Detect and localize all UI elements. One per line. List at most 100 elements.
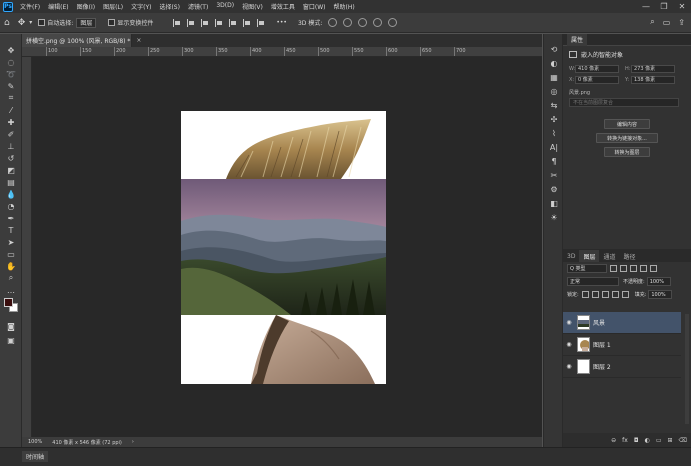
workspace-icon[interactable]: ▭	[663, 18, 671, 27]
document-tab[interactable]: 拼横空.png @ 100% (风景, RGB/8) * ×	[22, 34, 141, 47]
paragraph-icon[interactable]: ¶	[544, 154, 564, 168]
marquee-tool-icon[interactable]: ◌	[0, 56, 22, 68]
color-icon[interactable]: ◐	[544, 56, 564, 70]
close-window-button[interactable]: ✕	[673, 2, 691, 11]
quick-select-tool-icon[interactable]: ✎	[0, 80, 22, 92]
distribute-icon[interactable]	[257, 18, 265, 27]
menu-item[interactable]: 选择(S)	[155, 2, 184, 11]
hand-tool-icon[interactable]: ✋	[0, 260, 22, 272]
link-icon[interactable]: ⊖	[611, 437, 616, 444]
x-field[interactable]: 0 像素	[575, 75, 619, 84]
tab-timeline[interactable]: 时间轴	[22, 451, 49, 462]
learn-icon[interactable]: ☀	[544, 210, 564, 224]
zoom-level[interactable]: 100%	[28, 439, 42, 445]
fx-icon[interactable]: fx	[622, 437, 628, 444]
layer-row[interactable]: ◉ 图层 2	[563, 356, 681, 378]
brush-settings-icon[interactable]: ✣	[544, 112, 564, 126]
menu-item[interactable]: 增效工具	[267, 2, 299, 11]
lasso-tool-icon[interactable]: ➰	[0, 68, 22, 80]
history-brush-icon[interactable]: ↺	[0, 152, 22, 164]
menu-item[interactable]: 文件(F)	[16, 2, 44, 11]
home-icon[interactable]: ⌂	[4, 18, 10, 28]
filter-type-dropdown[interactable]: Q 类型	[567, 264, 607, 273]
filter-shape-icon[interactable]	[640, 265, 647, 272]
screen-mode-icon[interactable]: ▣	[0, 334, 22, 346]
menu-item[interactable]: 文字(Y)	[127, 2, 155, 11]
zoom-tool-icon[interactable]: ⌕	[0, 272, 22, 284]
visibility-eye-icon[interactable]: ◉	[563, 363, 575, 370]
move-tool-icon[interactable]: ✥	[18, 18, 26, 28]
auto-select-dropdown[interactable]: 图层	[76, 17, 97, 28]
more-tools-icon[interactable]: …	[0, 284, 22, 296]
edit-contents-button[interactable]: 编辑内容	[604, 119, 650, 129]
chevron-down-icon[interactable]: ▾	[29, 19, 32, 26]
trash-icon[interactable]: ⌫	[679, 437, 687, 444]
color-swatches[interactable]	[4, 298, 18, 312]
slide-3d-icon[interactable]	[373, 18, 383, 27]
document-canvas[interactable]	[181, 111, 386, 384]
align-middle-icon[interactable]	[229, 18, 237, 27]
search-icon[interactable]: ⌕	[650, 17, 654, 27]
new-layer-icon[interactable]: ⊞	[667, 437, 672, 444]
filter-pixel-icon[interactable]	[610, 265, 617, 272]
blend-mode-dropdown[interactable]: 正常	[567, 277, 619, 286]
y-field[interactable]: 138 像素	[631, 75, 675, 84]
move-tool-icon[interactable]: ✥	[0, 44, 22, 56]
mask-icon[interactable]: ◘	[634, 437, 639, 444]
eyedropper-tool-icon[interactable]: ⁄	[0, 104, 22, 116]
align-center-icon[interactable]	[187, 18, 195, 27]
crop-tool-icon[interactable]: ⌗	[0, 92, 22, 104]
lock-paint-icon[interactable]	[591, 291, 599, 298]
history-icon[interactable]: ⟲	[544, 42, 564, 56]
fill-field[interactable]: 100%	[648, 290, 673, 299]
width-field[interactable]: 410 像素	[575, 64, 619, 73]
pen-tool-icon[interactable]: ✒	[0, 212, 22, 224]
visibility-eye-icon[interactable]: ◉	[563, 319, 575, 326]
brush-tool-icon[interactable]: ✐	[0, 128, 22, 140]
auto-select-checkbox[interactable]	[38, 19, 46, 26]
pan-3d-icon[interactable]	[358, 18, 368, 27]
character-icon[interactable]: A|	[544, 140, 564, 154]
more-options[interactable]: •••	[276, 19, 287, 26]
align-right-icon[interactable]	[201, 18, 209, 27]
close-icon[interactable]: ×	[136, 37, 141, 44]
opacity-field[interactable]: 100%	[646, 277, 671, 286]
filter-type-icon[interactable]	[630, 265, 637, 272]
menu-item[interactable]: 图层(L)	[99, 2, 127, 11]
healing-tool-icon[interactable]: ✚	[0, 116, 22, 128]
tab-layers[interactable]: 图层	[579, 250, 600, 262]
tool-presets-icon[interactable]: ✂	[544, 168, 564, 182]
path-select-tool-icon[interactable]: ➤	[0, 236, 22, 248]
menu-item[interactable]: 视图(V)	[238, 2, 267, 11]
lock-all-icon[interactable]	[621, 291, 629, 298]
adjustment-icon[interactable]: ◐	[645, 437, 650, 444]
tab-properties[interactable]: 属性	[567, 33, 588, 46]
menu-item[interactable]: 帮助(H)	[330, 2, 359, 11]
orbit-3d-icon[interactable]	[328, 18, 338, 27]
stamp-tool-icon[interactable]: ⊥	[0, 140, 22, 152]
convert-to-linked-button[interactable]: 转换为链接对象...	[596, 133, 658, 143]
maximize-button[interactable]: ❐	[655, 2, 673, 11]
menu-item[interactable]: 滤镜(T)	[184, 2, 212, 11]
adjustments-icon[interactable]: ◎	[544, 84, 564, 98]
layer-comp-field[interactable]: 不在当前图层复合	[569, 98, 679, 107]
rectangle-tool-icon[interactable]: ▭	[0, 248, 22, 260]
layer-row[interactable]: ◉ 图层 1	[563, 334, 681, 356]
properties-icon[interactable]: ⇆	[544, 98, 564, 112]
lock-pixels-icon[interactable]	[581, 291, 589, 298]
lock-artboard-icon[interactable]	[611, 291, 619, 298]
filter-adjust-icon[interactable]	[620, 265, 627, 272]
tab-3d[interactable]: 3D	[563, 250, 579, 262]
roll-3d-icon[interactable]	[343, 18, 353, 27]
filter-smart-icon[interactable]	[650, 265, 657, 272]
menu-item[interactable]: 编辑(E)	[44, 2, 72, 11]
eraser-tool-icon[interactable]: ◩	[0, 164, 22, 176]
height-field[interactable]: 273 像素	[631, 64, 675, 73]
align-bottom-icon[interactable]	[243, 18, 251, 27]
share-icon[interactable]: ⇪	[678, 18, 685, 27]
menu-item[interactable]: 3D(D)	[212, 2, 238, 11]
minimize-button[interactable]: —	[637, 2, 655, 11]
dodge-tool-icon[interactable]: ◔	[0, 200, 22, 212]
lock-position-icon[interactable]	[601, 291, 609, 298]
show-transform-checkbox[interactable]	[108, 19, 116, 26]
